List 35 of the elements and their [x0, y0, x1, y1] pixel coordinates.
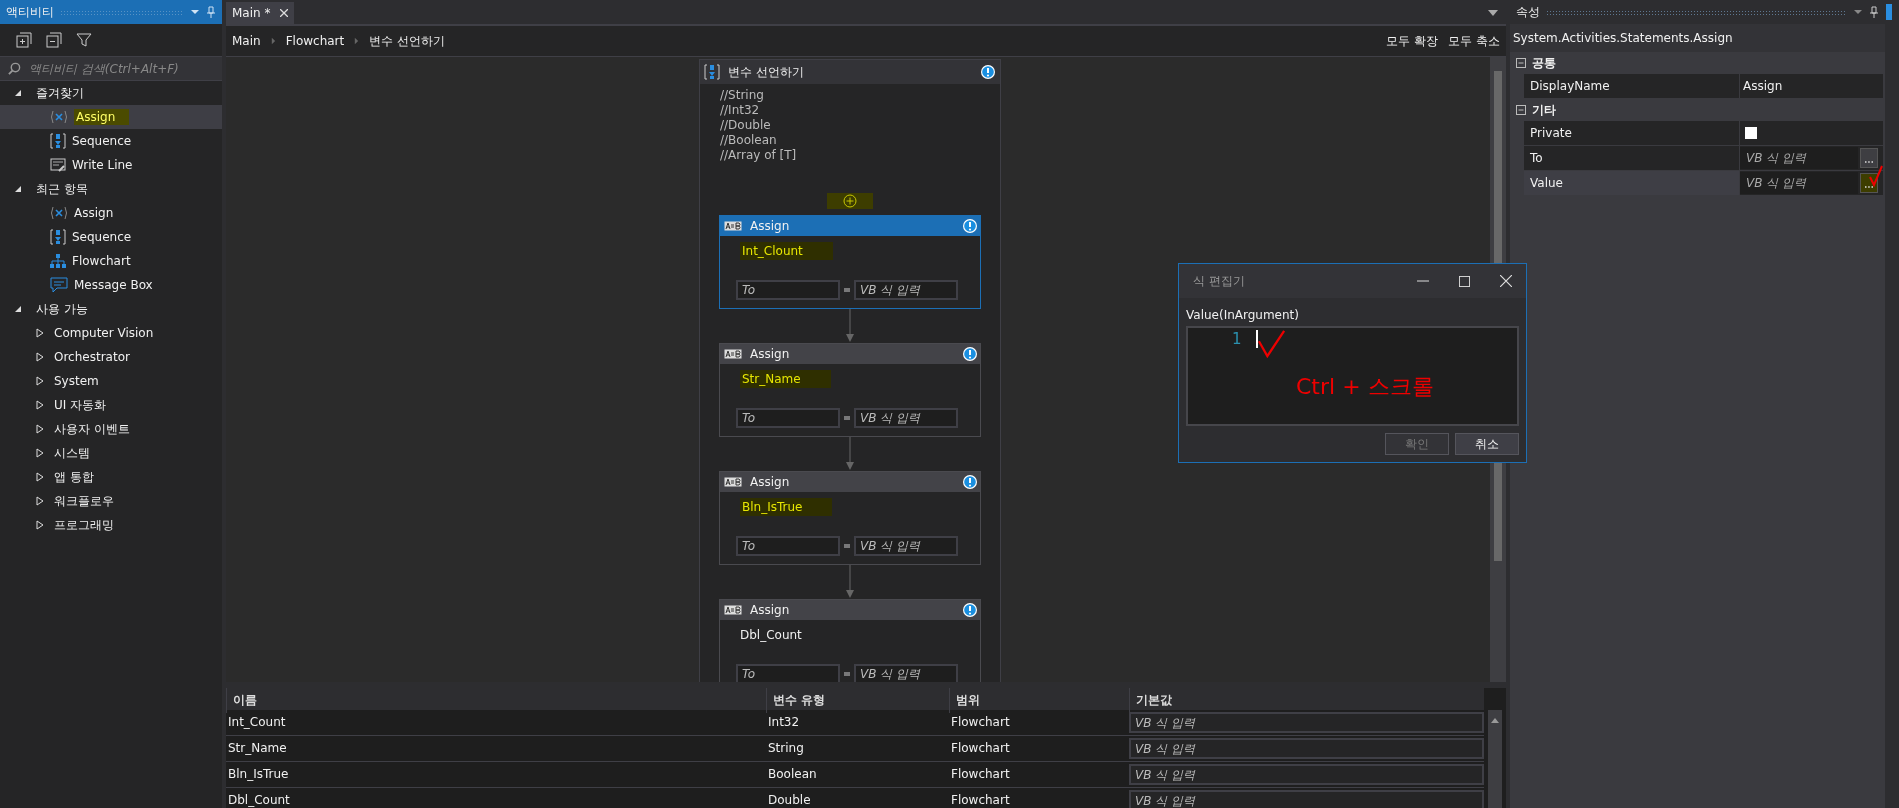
comment-line: //Boolean — [720, 133, 778, 148]
activity-title: Assign — [750, 475, 791, 489]
panel-title: 액티비티 — [6, 3, 54, 21]
table-cell-text: Dbl_Count — [227, 792, 291, 808]
comment-line: //Int32 — [720, 103, 761, 118]
activity-name: Dbl_Count — [740, 628, 802, 642]
table-cell-text: Str_Name — [227, 740, 288, 757]
activity-name: Bln_IsTrue — [740, 498, 833, 516]
category-label: 기타 — [1532, 101, 1556, 119]
panel-title: 속성 — [1516, 3, 1540, 21]
table-cell-text: Int32 — [767, 714, 801, 731]
table-cell-text: Flowchart — [950, 714, 1011, 731]
activity-title: Assign — [750, 603, 791, 617]
line-number: 1 — [1232, 330, 1242, 348]
table-cell-text: Boolean — [767, 766, 818, 783]
table-cell-text: Double — [767, 792, 812, 808]
sequence-title: 변수 선언하기 — [728, 63, 805, 81]
table-cell-text: Flowchart — [950, 740, 1011, 757]
handwritten-note: Ctrl + 스크롤 — [1296, 373, 1434, 401]
table-cell-text: Flowchart — [950, 766, 1011, 783]
category-label: 공통 — [1532, 54, 1556, 72]
table-cell-text: String — [767, 740, 805, 757]
type-name: System.Activities.Statements.Assign — [1510, 24, 1885, 52]
dialog-title: 식 편집기 — [1193, 272, 1245, 290]
comment-line: //Double — [720, 118, 772, 133]
comment-line: //String — [720, 88, 765, 103]
activity-title: Assign — [750, 219, 791, 233]
table-cell-text: Bln_IsTrue — [227, 766, 290, 783]
table-cell-text: Int_Count — [227, 714, 287, 731]
activity-title: Assign — [750, 347, 791, 361]
activity-name: Int_Clount — [740, 242, 833, 260]
activity-name: Str_Name — [740, 370, 831, 388]
comment-line: //Array of [T] — [720, 148, 797, 163]
table-cell-text: Flowchart — [950, 792, 1011, 808]
argument-label: Value(InArgument) — [1185, 307, 1300, 324]
